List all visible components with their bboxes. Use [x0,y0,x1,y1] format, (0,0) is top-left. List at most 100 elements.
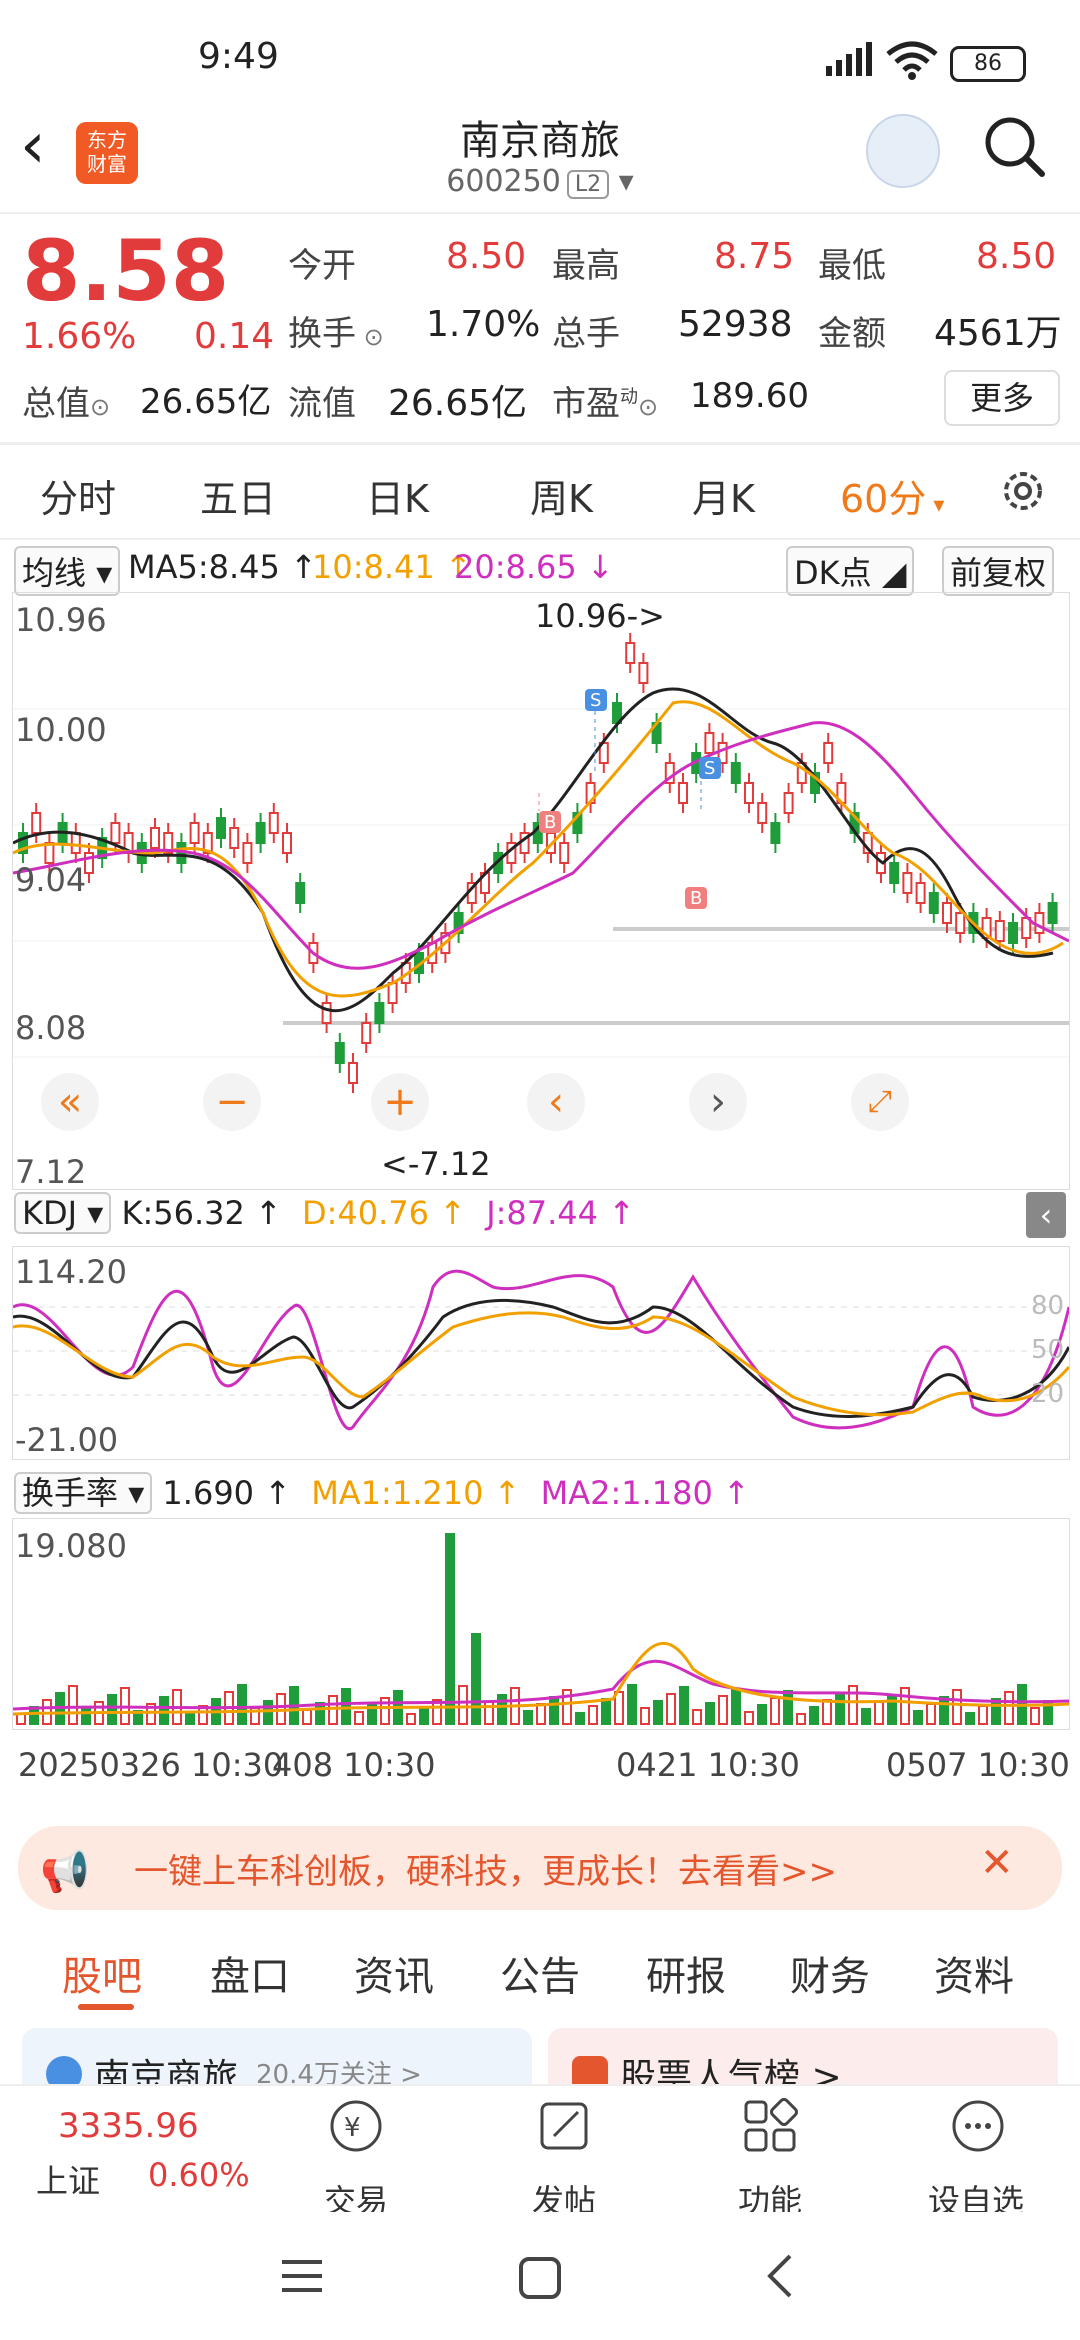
low-marker: <-7.12 [381,1145,491,1183]
tab-daily-k[interactable]: 日K [366,468,429,523]
turnover-label[interactable]: 换手 ⊙ [288,306,384,355]
candle-body [928,892,939,914]
tab-pankou[interactable]: 盘口 [210,1944,290,2002]
x-label-3: 0421 10:30 [616,1746,800,1784]
turnover-top-label: 19.080 [15,1527,127,1565]
x-label-2: 408 10:30 [272,1746,436,1784]
turnover-bar [770,1697,780,1725]
kdj-legend: KDJ ▾ K:56.32 ↑ D:40.76 ↑ J:87.44 ↑ [14,1192,635,1234]
turnover-legend: 换手率 ▾ 1.690 ↑ MA1:1.210 ↑ MA2:1.180 ↑ [14,1468,750,1514]
kdj-chart[interactable]: 114.20 -21.00 80 50 20 [12,1246,1070,1460]
turnover-select[interactable]: 换手率 ▾ [14,1472,153,1514]
kdj-level-50: 50 [1031,1335,1065,1365]
kdj-bottom-label: -21.00 [15,1421,119,1459]
turnover-bar [692,1709,702,1725]
close-icon[interactable]: ✕ [980,1840,1014,1886]
apps-icon[interactable] [740,2096,800,2160]
tab-research[interactable]: 研报 [646,1944,726,2002]
tab-finance[interactable]: 财务 [790,1944,870,2002]
mktcap-label[interactable]: 总值⊙ [22,376,110,425]
turnover-bar [809,1706,819,1725]
gear-icon[interactable] [998,466,1048,516]
forum-avatar [46,2056,82,2084]
forum-card[interactable]: 南京商旅 20.4万关注 > [22,2028,532,2084]
tab-guba[interactable]: 股吧 [62,1944,142,2002]
turnover-value: 1.70% [426,304,541,345]
scroll-left-button[interactable]: ‹ [527,1073,585,1131]
more-button[interactable]: 更多 [944,370,1060,426]
back-nav-icon[interactable] [760,2252,800,2304]
kdj-select[interactable]: KDJ ▾ [14,1192,112,1234]
popularity-card[interactable]: 股票人气榜 > [548,2028,1058,2084]
banner-text[interactable]: 一键上车科创板，硬科技，更成长！去看看>> [134,1844,837,1893]
turnover-bar [887,1694,897,1725]
svg-text:B: B [544,812,556,833]
tab-profile[interactable]: 资料 [934,1944,1014,2002]
dk-point-button[interactable]: DK点 ◢ [786,546,915,596]
turnover-bar [796,1713,806,1725]
turnover-bar [861,1708,871,1725]
turnover-chart[interactable]: 19.080 [12,1518,1070,1730]
pe-value: 189.60 [690,376,809,416]
turnover-bar [952,1689,962,1725]
more-icon[interactable] [948,2096,1008,2160]
ma-type-select[interactable]: 均线 ▾ [14,546,121,596]
candle-body [321,1002,332,1024]
pe-label[interactable]: 市盈动⊙ [552,376,658,425]
tab-monthly-k[interactable]: 月K [692,468,755,523]
menu-icon[interactable] [282,2256,322,2300]
current-price: 8.58 [22,222,230,320]
turnover-bar [705,1702,715,1725]
volume-label: 总手 [552,314,620,354]
turnover-bar [913,1710,923,1725]
tab-news[interactable]: 资讯 [354,1944,434,2002]
candle-body [625,642,636,664]
turnover-bar [68,1685,78,1725]
svg-text:B: B [690,888,702,909]
home-icon[interactable] [518,2256,562,2304]
turnover-bar [159,1696,169,1725]
candle-body [242,842,253,864]
ma5-value: MA5:8.45 ↑ [128,548,317,586]
turnover-bar [536,1703,546,1725]
fullscreen-icon[interactable]: ⤢ [851,1073,909,1131]
candle-body [361,1022,372,1044]
high-marker: 10.96-> [535,597,665,635]
scroll-right-button[interactable]: › [689,1073,747,1131]
tab-weekly-k[interactable]: 周K [530,468,593,523]
tab-five-day[interactable]: 五日 [200,468,276,523]
post-icon[interactable] [534,2096,594,2160]
assistant-avatar[interactable] [866,114,940,188]
turnover-bar [328,1695,338,1725]
active-tab-indicator [78,2004,134,2010]
turnover-bar [341,1688,351,1725]
zoom-out-button[interactable]: − [203,1073,261,1131]
tab-intraday[interactable]: 分时 [40,468,116,523]
turnover-bar [640,1707,650,1725]
index-name[interactable]: 上证 [36,2156,100,2202]
zoom-in-button[interactable]: + [371,1073,429,1131]
tab-60min[interactable]: 60分 ▾ [840,468,944,523]
amount-value: 4561万 [934,313,1062,354]
scroll-left-fast-button[interactable]: « [41,1073,99,1131]
open-value: 8.50 [446,236,527,277]
kdj-top-label: 114.20 [15,1253,127,1291]
turnover-bar [445,1533,455,1725]
tab-announcement[interactable]: 公告 [500,1944,580,2002]
search-icon[interactable] [984,116,1045,177]
index-pct[interactable]: 0.60% [148,2156,250,2194]
change-amount: 0.14 [194,316,275,357]
candle-body [994,920,1005,942]
turnover-bar [419,1706,429,1725]
low-value: 8.50 [976,236,1057,277]
index-value[interactable]: 3335.96 [58,2106,199,2146]
y-label-1: 10.96 [15,601,107,639]
collapse-panel-button[interactable]: ‹ [1026,1192,1066,1238]
volume-value: 52938 [678,304,793,345]
kline-chart[interactable]: S S B B 10.96 10.00 9.04 8.08 7.12 10.96… [12,592,1070,1190]
amount-label: 金额 [818,314,886,354]
candle-body [1008,922,1018,944]
adjust-button[interactable]: 前复权 [942,546,1055,596]
wifi-icon [886,40,938,84]
trade-icon[interactable]: ¥ [326,2096,386,2160]
